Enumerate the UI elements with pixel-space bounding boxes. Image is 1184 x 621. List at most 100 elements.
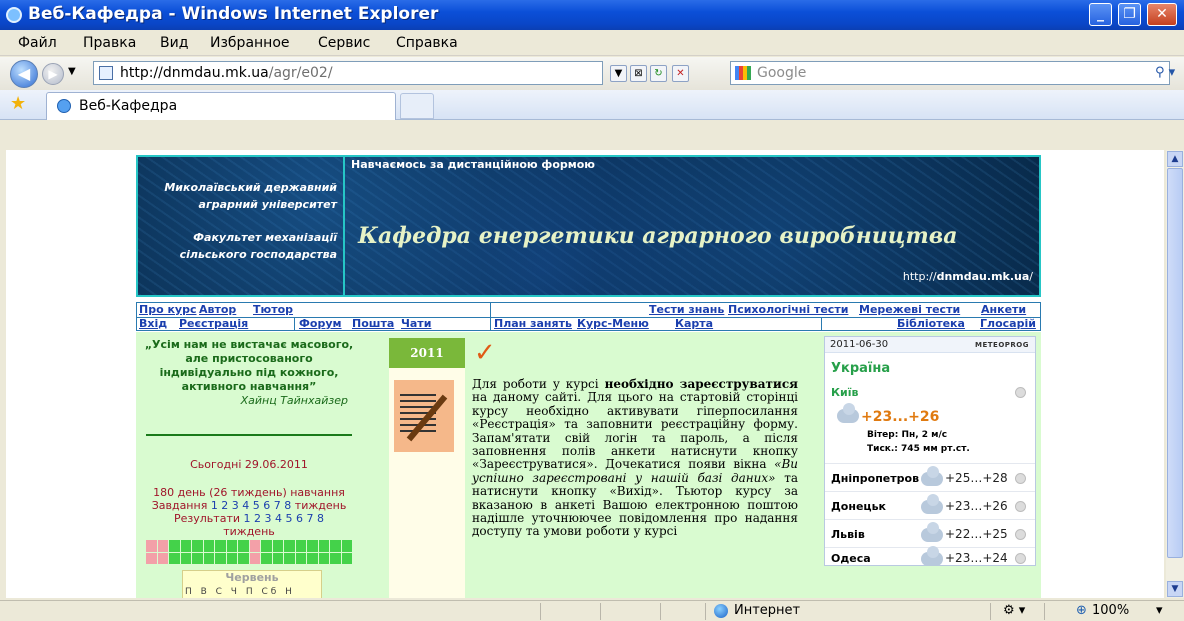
weather-wind: Вітер: Пн, 2 м/с — [867, 430, 948, 440]
protected-mode-icon[interactable]: ⚙ ▾ — [1003, 603, 1025, 618]
tasks-suffix: тиждень — [294, 499, 347, 512]
city-temp: +22…+25 — [945, 527, 1008, 541]
article-p5-cut: умови роботи у курсі — [543, 524, 678, 539]
nav-network-tests[interactable]: Мережеві тести — [859, 303, 960, 316]
scroll-thumb[interactable] — [1167, 168, 1183, 558]
day-counter: 180 день (26 тиждень) навчання — [153, 486, 345, 499]
weather-city-row[interactable]: Дніпропетровськ +25…+28 — [825, 463, 1035, 491]
expand-dot-icon[interactable] — [1015, 501, 1026, 512]
nav-login[interactable]: Вхід — [139, 317, 167, 330]
banner-left-panel: Миколаївський державний аграрний універс… — [138, 157, 345, 295]
status-divider — [600, 603, 601, 620]
nav-glossary[interactable]: Глосарій — [980, 317, 1036, 330]
page-body: „Усім нам не вистачає масового, але прис… — [136, 332, 1041, 598]
weather-city-row[interactable]: Донецьк +23…+26 — [825, 491, 1035, 519]
expand-dot-icon[interactable] — [1015, 529, 1026, 540]
nav-schedule[interactable]: План занять — [494, 317, 572, 330]
cloud-rain-icon — [921, 546, 943, 566]
google-logo-icon — [735, 66, 751, 80]
compat-view-icon[interactable]: ⊠ — [630, 65, 647, 82]
nav-library[interactable]: Бібліотека — [897, 317, 965, 330]
zoom-level[interactable]: 100% — [1092, 603, 1129, 618]
menu-help[interactable]: Справка — [396, 35, 458, 51]
scroll-up-icon[interactable]: ▲ — [1167, 151, 1183, 167]
close-button[interactable]: ✕ — [1147, 3, 1177, 26]
vertical-scrollbar[interactable]: ▲ ▼ — [1166, 150, 1184, 598]
history-dropdown-icon[interactable]: ▼ — [68, 66, 76, 77]
quote-author: Хайнц Тайнхайзер — [240, 394, 348, 407]
status-divider — [705, 603, 706, 620]
weather-main-city[interactable]: Київ — [831, 386, 858, 399]
city-name: Донецьк — [831, 500, 886, 513]
back-button[interactable]: ◀ — [10, 60, 38, 88]
nav-mail[interactable]: Пошта — [352, 317, 394, 330]
city-temp: +23…+24 — [945, 551, 1008, 565]
menu-edit[interactable]: Правка — [83, 35, 136, 51]
nav-divider — [490, 303, 491, 331]
results-suffix: тиждень — [223, 525, 275, 538]
forward-button[interactable]: ▶ — [42, 63, 64, 85]
cloud-rain-icon — [921, 522, 943, 542]
title-bar: Веб-Кафедра - Windows Internet Explorer … — [0, 0, 1184, 30]
address-toolbar: ◀ ▶ ▼ http://dnmdau.mk.ua/agr/e02/ ▼ ⊠ ↻… — [0, 57, 1184, 90]
weather-city-row[interactable]: Львів +22…+25 — [825, 519, 1035, 547]
nav-register[interactable]: Реєстрація — [179, 317, 248, 330]
results-line: Результати 1 2 3 4 5 6 7 8 — [144, 512, 354, 525]
expand-dot-icon[interactable] — [1015, 553, 1026, 564]
nav-about-course[interactable]: Про курс — [139, 303, 197, 316]
nav-map[interactable]: Карта — [675, 317, 713, 330]
menu-view[interactable]: Вид — [160, 35, 188, 51]
pen-paper-icon — [394, 380, 454, 452]
nav-chats[interactable]: Чати — [401, 317, 431, 330]
header-banner: Миколаївський державний аграрний універс… — [136, 155, 1041, 297]
nav-forum[interactable]: Форум — [299, 317, 342, 330]
nav-knowledge-tests[interactable]: Тести знань — [649, 303, 724, 316]
city-temp: +25…+28 — [945, 471, 1008, 485]
main-content: 2011 ✓ Для роботи у курсі необхідно заре… — [386, 332, 806, 598]
weather-brand[interactable]: METEOPROG — [975, 341, 1029, 349]
nav-course-menu[interactable]: Курс-Меню — [577, 317, 649, 330]
weather-city-row[interactable]: Одеса +23…+24 — [825, 546, 1035, 567]
maximize-button[interactable]: ❐ — [1118, 3, 1141, 26]
cloud-rain-icon — [837, 403, 859, 423]
address-dropdown-icon[interactable]: ▼ — [610, 65, 627, 82]
search-input[interactable]: Google — [730, 61, 1170, 85]
address-input[interactable]: http://dnmdau.mk.ua/agr/e02/ — [93, 61, 603, 85]
menu-tools[interactable]: Сервис — [318, 35, 370, 51]
menu-file[interactable]: Файл — [18, 35, 57, 51]
tab-row: ★ Веб-Кафедра — [0, 90, 1184, 120]
address-path: /agr/e02/ — [268, 65, 333, 81]
expand-dot-icon[interactable] — [1015, 387, 1026, 398]
nav-tutor[interactable]: Тютор — [253, 303, 293, 316]
status-divider — [660, 603, 661, 620]
left-sidebar: „Усім нам не вистачає масового, але прис… — [144, 336, 354, 598]
nav-author[interactable]: Автор — [199, 303, 236, 316]
minimize-button[interactable]: _ — [1089, 3, 1112, 26]
new-tab-button[interactable] — [400, 93, 434, 119]
menu-favorites[interactable]: Избранное — [210, 35, 290, 51]
nav-psych-tests[interactable]: Психологічні тести — [728, 303, 848, 316]
nav-surveys[interactable]: Анкети — [981, 303, 1026, 316]
tasks-week-links[interactable]: 1 2 3 4 5 6 7 8 — [211, 499, 291, 512]
calendar-month: Червень — [225, 571, 279, 584]
results-week-links[interactable]: 1 2 3 4 5 6 7 8 — [244, 512, 324, 525]
menu-bar: Файл Правка Вид Избранное Сервис Справка — [0, 30, 1184, 56]
tab-web-kafedra[interactable]: Веб-Кафедра — [46, 92, 396, 120]
stop-icon[interactable]: ✕ — [672, 65, 689, 82]
status-divider — [1044, 603, 1045, 620]
weeks-progress-grid — [146, 540, 352, 564]
nav-divider — [821, 317, 822, 331]
year-badge: 2011 — [389, 338, 465, 368]
ie-page-icon — [57, 99, 71, 113]
zoom-dropdown-icon[interactable]: ▾ — [1156, 603, 1163, 618]
weather-pressure: Тиск.: 745 мм рт.ст. — [867, 444, 970, 454]
banner-url-domain: dnmdau.mk.ua — [936, 270, 1030, 283]
weather-country[interactable]: Україна — [831, 361, 890, 376]
city-name: Одеса — [831, 552, 871, 565]
favorites-star-icon[interactable]: ★ — [10, 93, 26, 114]
search-button[interactable]: ⚲ ▾ — [1155, 65, 1175, 80]
city-name: Дніпропетровськ — [831, 472, 919, 485]
expand-dot-icon[interactable] — [1015, 473, 1026, 484]
scroll-down-icon[interactable]: ▼ — [1167, 581, 1183, 597]
refresh-icon[interactable]: ↻ — [650, 65, 667, 82]
